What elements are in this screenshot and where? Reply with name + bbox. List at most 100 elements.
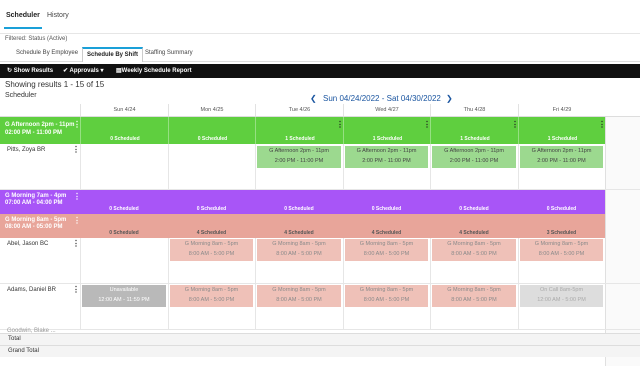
shift-card[interactable]: G Afternoon 2pm - 11pm 2:00 PM - 11:00 PM [257,146,341,168]
employee-name: Pitts, Zoya BR [7,147,46,153]
shift-card-title: G Afternoon 2pm - 11pm [269,148,329,154]
scheduled-count: 0 Scheduled [109,230,139,236]
date-range: Sun 04/24/2022 - Sat 04/30/2022 [323,94,441,103]
scheduled-count: 0 Scheduled [371,206,402,212]
shift-card-time: 8:00 AM - 5:00 PM [276,251,322,257]
scheduled-count: 1 Scheduled [547,136,578,142]
shift-band-morning-7: G Morning 7am - 4pm 07:00 AM - 04:00 PM … [0,190,605,214]
scheduler-heading: Scheduler [5,92,37,99]
tab-scheduler[interactable]: Scheduler [6,12,40,19]
shift-card[interactable]: G Afternoon 2pm - 11pm 2:00 PM - 11:00 PM [520,146,603,168]
scheduled-count: 0 Scheduled [546,206,577,212]
scheduled-count: 1 Scheduled [372,136,403,142]
shift-card-time: 8:00 AM - 5:00 PM [451,251,497,257]
scheduled-count: 4 Scheduled [371,230,402,236]
scheduled-count: 0 Scheduled [284,206,314,212]
employee-row-abel: Abel, Jason BC ⋮ G Morning 8am - 5pm 8:00… [0,238,640,284]
filter-status: Filtered: Status (Active) [5,36,68,42]
shift-card-time: 8:00 AM - 5:00 PM [538,251,585,257]
tab-staffing-summary[interactable]: Staffing Summary [141,47,197,62]
cell-menu-icon[interactable]: ⋮ [598,121,606,129]
shift-card-title: G Morning 8am - 5pm [447,241,501,247]
employee-menu-icon[interactable]: ⋮ [72,286,80,294]
next-week-arrow-icon[interactable]: ❯ [446,94,453,103]
band-cell: 1 Scheduled ⋮ [518,117,606,144]
shift-card[interactable]: G Morning 8am - 5pm 8:00 AM - 5:00 PM [345,285,428,307]
shift-card-time: 12:00 AM - 11:59 PM [98,297,150,303]
band-title: G Morning 8am - 5pm [5,217,67,223]
oncall-card[interactable]: On Call 8am-5pm 12:00 AM - 5:00 PM [520,285,603,307]
band-cell: 0 Scheduled [168,117,255,144]
shift-card[interactable]: G Morning 8am - 5pm 8:00 AM - 5:00 PM [170,239,253,261]
shift-card-time: 8:00 AM - 5:00 PM [188,297,235,303]
unavailable-card[interactable]: Unavailable 12:00 AM - 11:59 PM [82,285,166,307]
results-count: Showing results 1 - 15 of 15 [5,80,105,89]
tab-schedule-by-shift[interactable]: Schedule By Shift [82,47,144,62]
band-menu-icon[interactable]: ⋮ [73,193,81,201]
band-cell: 0 Scheduled [80,117,168,144]
toolbar: ↻ Show Results ✔ Approvals ▾ ▤Weekly Sch… [0,64,640,78]
shift-card-time: 8:00 AM - 5:00 PM [363,251,410,257]
band-cell: 1 Scheduled ⋮ [430,117,519,144]
shift-card-title: G Morning 8am - 5pm [184,241,239,247]
shift-card[interactable]: G Morning 8am - 5pm 8:00 AM - 5:00 PM [432,285,516,307]
grand-total-row: Grand Total [0,345,640,357]
approvals-dropdown[interactable]: ✔ Approvals ▾ [63,64,104,78]
employee-row-adams: Adams, Daniel BR ⋮ Unavailable 12:00 AM -… [0,284,640,330]
day-header-wed: Wed 4/27 [343,104,430,116]
shift-card-time: 2:00 PM - 11:00 PM [274,158,324,164]
caret-down-icon: ▾ [98,68,104,74]
weekly-schedule-report-button[interactable]: ▤Weekly Schedule Report [116,64,192,78]
employee-name: Adams, Daniel BR [7,287,57,293]
shift-band-morning-8: G Morning 8am - 5pm 08:00 AM - 05:00 PM … [0,214,605,238]
scheduled-count: 4 Scheduled [196,230,227,236]
band-cell: 1 Scheduled ⋮ [255,117,344,144]
schedule-cell[interactable] [168,144,255,190]
band-title: G Morning 7am - 4pm [5,193,67,199]
scheduled-count: 1 Scheduled [285,136,315,142]
shift-card-title: Unavailable [109,287,139,293]
shift-card-title: G Morning 8am - 5pm [359,287,414,293]
total-label: Total [8,336,21,342]
tab-schedule-by-employee[interactable]: Schedule By Employee [12,47,82,62]
prev-week-arrow-icon[interactable]: ❮ [310,94,317,103]
shift-card-title: G Morning 8am - 5pm [184,287,239,293]
day-header-tue: Tue 4/26 [255,104,343,116]
shift-card-time: 2:00 PM - 11:00 PM [537,158,586,164]
shift-card[interactable]: G Morning 8am - 5pm 8:00 AM - 5:00 PM [520,239,603,261]
shift-card-time: 8:00 AM - 5:00 PM [451,297,497,303]
shift-card[interactable]: G Afternoon 2pm - 11pm 2:00 PM - 11:00 PM [432,146,516,168]
scheduled-count: 4 Scheduled [459,230,489,236]
employee-menu-icon[interactable]: ⋮ [72,146,80,154]
schedule-cell[interactable] [80,144,168,190]
day-header-sun: Sun 4/24 [80,104,168,116]
day-header-mon: Mon 4/25 [168,104,255,116]
band-title: G Afternoon 2pm - 11pm [5,122,75,128]
shift-card-title: G Morning 8am - 5pm [272,287,326,293]
shift-card[interactable]: G Afternoon 2pm - 11pm 2:00 PM - 11:00 PM [345,146,428,168]
shift-card-time: 8:00 AM - 5:00 PM [276,297,322,303]
show-results-button[interactable]: ↻ Show Results [7,64,53,78]
employee-menu-icon[interactable]: ⋮ [72,240,80,248]
weekly-report-label: Weekly Schedule Report [121,68,192,74]
scheduled-count: 0 Scheduled [197,136,228,142]
scheduled-count: 0 Scheduled [109,206,139,212]
scheduled-count: 0 Scheduled [110,136,140,142]
sub-tab-bar: Schedule By Employee Schedule By Shift S… [0,44,640,62]
schedule-cell[interactable] [80,238,168,284]
band-menu-icon[interactable]: ⋮ [73,217,81,225]
refresh-icon: ↻ [7,68,14,74]
top-tab-bar: Scheduler History [0,0,640,34]
shift-card-title: G Morning 8am - 5pm [272,241,326,247]
shift-card[interactable]: G Morning 8am - 5pm 8:00 AM - 5:00 PM [170,285,253,307]
shift-card[interactable]: G Morning 8am - 5pm 8:00 AM - 5:00 PM [432,239,516,261]
shift-card[interactable]: G Morning 8am - 5pm 8:00 AM - 5:00 PM [257,285,341,307]
band-time: 08:00 AM - 05:00 PM [5,224,63,230]
shift-card[interactable]: G Morning 8am - 5pm 8:00 AM - 5:00 PM [345,239,428,261]
grand-total-label: Grand Total [8,348,39,354]
approvals-label: Approvals [69,68,99,74]
shift-card-title: On Call 8am-5pm [539,287,584,293]
shift-card[interactable]: G Morning 8am - 5pm 8:00 AM - 5:00 PM [257,239,341,261]
tab-history[interactable]: History [47,12,69,19]
shift-card-title: G Morning 8am - 5pm [359,241,414,247]
